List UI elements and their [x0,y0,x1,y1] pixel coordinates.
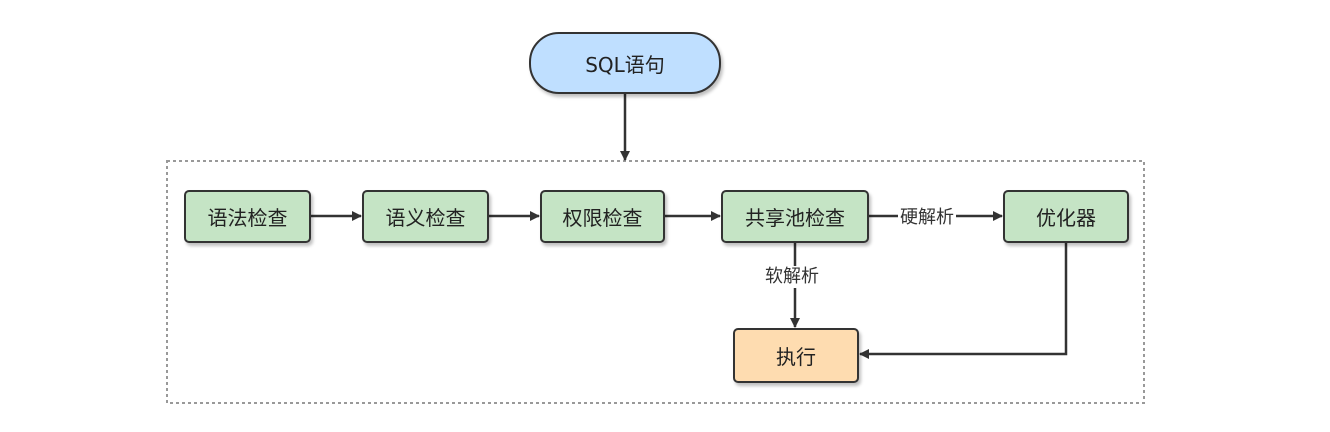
node-semantic-check-label: 语义检查 [385,206,466,230]
node-syntax-check-label: 语法检查 [207,206,288,230]
edge-optimizer-to-execute [859,243,1068,359]
node-syntax-check: 语法检查 [184,190,311,243]
node-sql-statement: SQL语句 [529,32,721,94]
node-permission-check: 权限检查 [540,190,665,243]
node-optimizer: 优化器 [1003,190,1129,243]
node-semantic-check: 语义检查 [362,190,489,243]
edge-label-hard-parse: 硬解析 [898,207,956,229]
node-execute: 执行 [733,328,859,383]
node-optimizer-label: 优化器 [1036,206,1096,230]
node-shared-pool-check: 共享池检查 [721,190,869,243]
node-shared-pool-check-label: 共享池检查 [745,206,845,230]
edge-label-soft-parse: 软解析 [763,266,821,288]
node-sql-statement-label: SQL语句 [585,52,665,77]
node-permission-check-label: 权限检查 [562,206,643,230]
node-execute-label: 执行 [776,345,816,369]
